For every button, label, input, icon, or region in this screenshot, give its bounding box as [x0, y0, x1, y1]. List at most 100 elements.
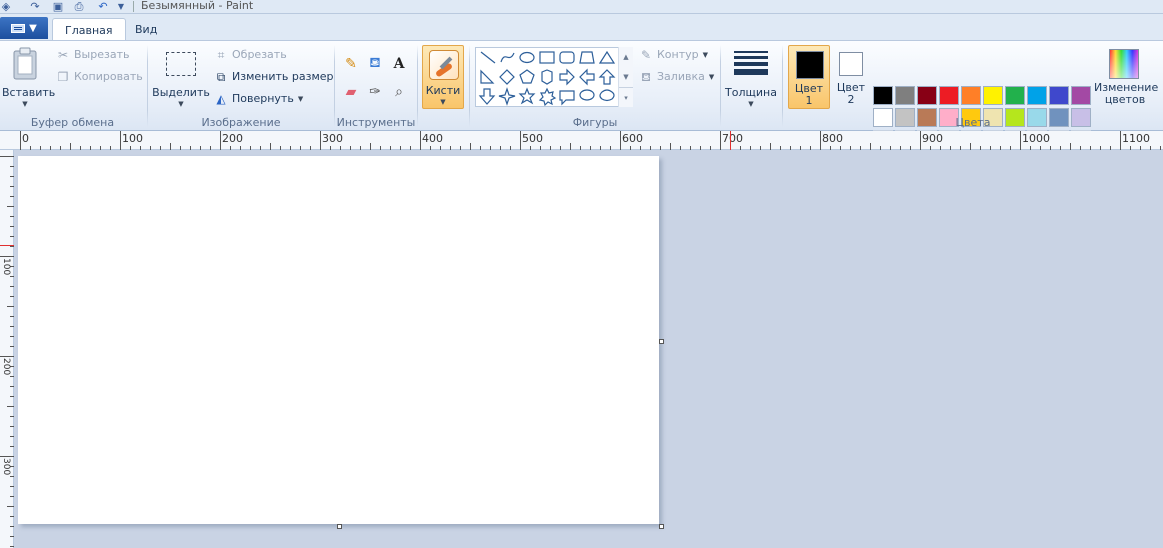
palette-swatch[interactable] — [1071, 86, 1091, 105]
ribbon-tabs: ▼ Главная Вид — [0, 14, 1163, 41]
cut-button[interactable]: ✂ Вырезать — [56, 47, 130, 62]
paste-label: Вставить — [2, 86, 56, 99]
chevron-down-icon: ▼ — [297, 94, 304, 103]
chevron-down-icon: ▼ — [708, 72, 715, 81]
palette-swatch[interactable] — [983, 86, 1003, 105]
palette-swatch[interactable] — [895, 86, 915, 105]
palette-swatch[interactable] — [939, 86, 959, 105]
window-title: Безымянный - Paint — [141, 0, 254, 12]
clipboard-group-label: Буфер обмена — [30, 116, 115, 129]
image-group-label: Изображение — [201, 116, 281, 129]
resize-handle-corner[interactable] — [659, 524, 664, 529]
ruler-label: 200 — [222, 132, 243, 145]
quick-access-dropdown-icon[interactable]: ▼ — [116, 0, 126, 13]
resize-handle-bottom[interactable] — [337, 524, 342, 529]
resize-button[interactable]: ⧉ Изменить размер — [214, 70, 334, 83]
undo-icon[interactable]: ↶ — [96, 0, 110, 13]
edit-colors-button[interactable]: Изменение цветов — [1094, 45, 1159, 111]
copy-icon: ❐ — [57, 69, 69, 84]
ruler-label: 1100 — [1122, 132, 1150, 145]
resize-label: Изменить размер — [232, 70, 334, 83]
pencil-icon[interactable]: ✎ — [340, 53, 362, 75]
chevron-down-icon: ▼ — [748, 100, 754, 108]
crop-button[interactable]: ⌗ Обрезать — [214, 48, 287, 61]
fill-label: Заливка — [657, 70, 705, 83]
outline-button[interactable]: ✎ Контур ▼ — [639, 48, 708, 61]
color2-label: Цвет 2 — [836, 81, 866, 106]
crop-icon: ⌗ — [217, 47, 225, 62]
cursor-position-marker — [0, 245, 14, 246]
colors-group-label: Цвета — [955, 116, 991, 129]
text-tool-icon[interactable]: A — [388, 53, 410, 75]
eraser-icon[interactable]: ▰ — [340, 81, 362, 103]
drawing-canvas[interactable] — [18, 156, 659, 524]
brush-icon — [429, 50, 459, 80]
tab-home[interactable]: Главная — [52, 18, 126, 41]
edit-colors-label: Изменение цветов — [1094, 81, 1159, 106]
scroll-down-icon[interactable]: ▼ — [619, 67, 633, 87]
selection-icon — [166, 52, 196, 76]
menu-document-icon — [11, 23, 26, 33]
resize-handle-right[interactable] — [659, 339, 664, 344]
rotate-button[interactable]: ◭ Повернуть ▼ — [214, 92, 303, 105]
palette-swatch[interactable] — [1005, 86, 1025, 105]
ruler-label: 100 — [1, 258, 11, 276]
color-picker-icon[interactable]: ✑ — [364, 81, 386, 103]
palette-swatch[interactable] — [1049, 86, 1069, 105]
brushes-label: Кисти — [425, 84, 461, 97]
shapes-gallery: ▲ ▼ ▾ — [475, 47, 633, 107]
paste-button[interactable]: Вставить ▼ — [2, 45, 56, 111]
clipboard-icon — [13, 47, 37, 80]
palette-swatch[interactable] — [873, 86, 893, 105]
crop-label: Обрезать — [232, 48, 287, 61]
chevron-down-icon: ▼ — [702, 50, 709, 59]
size-label: Толщина — [725, 86, 777, 99]
ruler-label: 600 — [622, 132, 643, 145]
app-icon: ◈ — [1, 0, 11, 13]
ruler-label: 900 — [922, 132, 943, 145]
tools-group-label: Инструменты — [336, 116, 416, 129]
magnifier-icon[interactable]: ⌕ — [388, 81, 410, 103]
vertical-ruler-ticks — [0, 156, 14, 547]
scissors-icon: ✂ — [57, 47, 69, 62]
copy-button[interactable]: ❐ Копировать — [56, 70, 143, 83]
ruler-label: 100 — [122, 132, 143, 145]
tab-view[interactable]: Вид — [123, 18, 169, 41]
horizontal-ruler: 0 100 200 300 400 500 600 700 800 900 1000 1100 — [0, 131, 1163, 150]
group-divider — [147, 45, 148, 127]
ruler-label: 400 — [422, 132, 443, 145]
color2-button[interactable]: Цвет 2 — [830, 45, 872, 109]
title-separator — [133, 1, 134, 12]
scroll-up-icon[interactable]: ▲ — [619, 47, 633, 67]
paint-menu-button[interactable]: ▼ — [0, 17, 48, 39]
size-button[interactable]: Толщина ▼ — [724, 45, 778, 111]
palette-swatch[interactable] — [1027, 86, 1047, 105]
palette-swatch[interactable] — [917, 86, 937, 105]
chevron-down-icon: ▼ — [440, 98, 446, 106]
group-divider — [782, 45, 783, 127]
cursor-position-marker — [730, 131, 731, 150]
fill-bucket-icon[interactable]: ⛾ — [364, 53, 386, 75]
group-divider — [469, 45, 470, 127]
color1-button[interactable]: Цвет 1 — [788, 45, 830, 109]
vertical-ruler: 100 200 300 — [0, 150, 14, 548]
select-button[interactable]: Выделить ▼ — [152, 45, 210, 111]
rotate-icon: ◭ — [216, 91, 226, 106]
chevron-down-icon: ▼ — [22, 100, 28, 108]
copy-label: Копировать — [74, 70, 143, 83]
expand-gallery-icon[interactable]: ▾ — [619, 87, 633, 107]
line-thickness-icon — [734, 51, 768, 75]
ribbon: Вставить ▼ ✂ Вырезать ❐ Копировать Буфер… — [0, 40, 1163, 149]
brushes-button[interactable]: Кисти ▼ — [422, 45, 464, 109]
redo-disabled-icon[interactable]: ↷ — [28, 0, 42, 13]
print-preview-icon[interactable]: ⎙ — [72, 0, 86, 13]
fill-button[interactable]: ⛾ Заливка ▼ — [639, 70, 714, 83]
group-divider — [720, 45, 721, 127]
ruler-label: 800 — [822, 132, 843, 145]
palette-swatch[interactable] — [961, 86, 981, 105]
shapes-scrollbar[interactable]: ▲ ▼ ▾ — [618, 47, 633, 107]
ruler-label: 700 — [722, 132, 743, 145]
save-icon[interactable]: ▣ — [51, 0, 65, 13]
horizontal-ruler-ticks — [20, 131, 1161, 150]
shapes-group-label: Фигуры — [572, 116, 618, 129]
